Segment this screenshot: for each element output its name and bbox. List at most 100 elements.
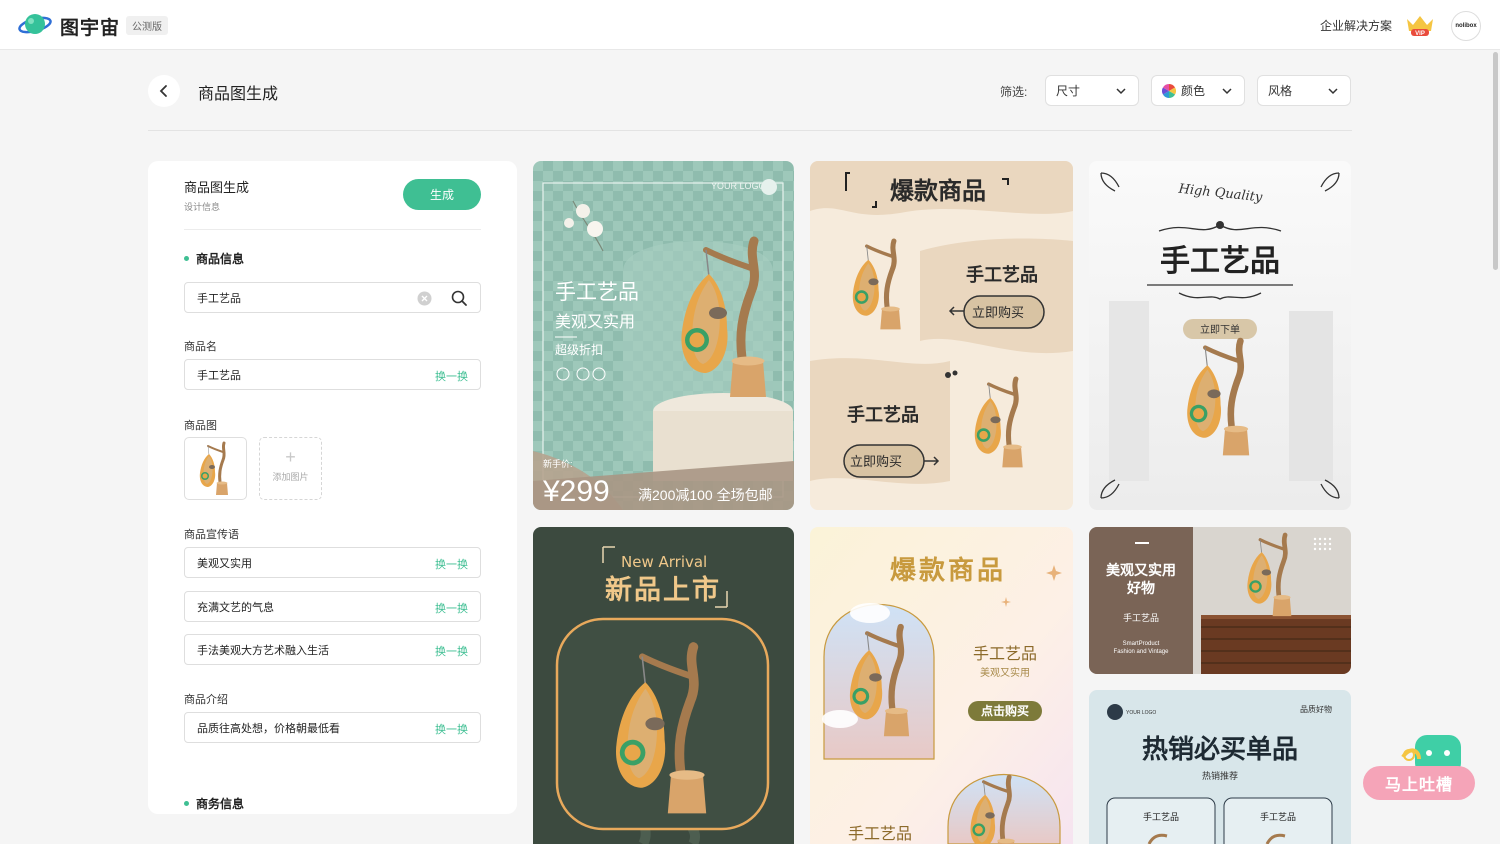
card-eng-line1: SmartProduct	[1123, 641, 1160, 647]
product-search-value: 手工艺品	[197, 292, 241, 305]
slogan-field-1[interactable]: 美观又实用 换一换	[184, 547, 481, 578]
product-name-field[interactable]: 手工艺品 换一换	[184, 359, 481, 390]
section-product-info: 商品信息	[184, 250, 244, 267]
product-intro-label: 商品介绍	[184, 694, 228, 706]
product-search-input[interactable]: 手工艺品	[184, 282, 481, 313]
slogan-field-2[interactable]: 充满文艺的气息 换一换	[184, 591, 481, 622]
style-filter-label: 风格	[1268, 84, 1293, 98]
swap-button[interactable]: 换一换	[435, 643, 468, 659]
chevron-down-icon	[1328, 88, 1338, 95]
product-image-thumbnail[interactable]	[184, 437, 247, 500]
card-title: 新品上市	[605, 574, 721, 606]
card-title: 热销必买单品	[1142, 735, 1298, 765]
card-title: 手工艺品	[555, 280, 639, 304]
swap-button[interactable]: 换一换	[435, 721, 468, 737]
page-title: 商品图生成	[198, 86, 279, 103]
card-title: 爆款商品	[890, 555, 1006, 586]
color-filter-label: 颜色	[1181, 84, 1206, 98]
vip-crown-icon[interactable]: VIP	[1405, 13, 1435, 37]
chevron-left-icon	[159, 85, 167, 97]
slogan-value: 美观又实用	[197, 557, 252, 570]
color-wheel-icon	[1162, 83, 1176, 98]
card-logo: YOUR LOGO	[711, 181, 766, 191]
template-card-3[interactable]: High Quality 手工艺品 立即下单	[1089, 161, 1351, 510]
click-buy-button: 点击购买	[981, 703, 1029, 718]
filter-label: 筛选:	[1000, 85, 1028, 99]
card-title: 手工艺品	[1160, 244, 1280, 279]
size-filter-label: 尺寸	[1056, 84, 1081, 98]
slogan-value: 充满文艺的气息	[197, 601, 274, 614]
template-card-6[interactable]: 美观又实用 好物 手工艺品 SmartProduct Fashion and V…	[1089, 527, 1351, 674]
card-tag: 超级折扣	[555, 342, 603, 357]
page-scrollbar[interactable]	[1493, 52, 1498, 270]
enterprise-solutions-link[interactable]: 企业解决方案	[1320, 17, 1392, 34]
gourd-product-image	[198, 441, 230, 497]
add-image-button[interactable]: + 添加图片	[259, 437, 322, 500]
panel-title: 商品图生成	[184, 180, 250, 195]
brand-name[interactable]: 图宇宙	[60, 13, 120, 40]
swap-button[interactable]: 换一换	[435, 600, 468, 616]
card-product-name: 手工艺品	[847, 404, 919, 426]
card-title: 爆款商品	[890, 177, 986, 205]
search-icon[interactable]	[451, 290, 468, 307]
size-filter-select[interactable]: 尺寸	[1045, 75, 1139, 106]
template-card-1[interactable]: YOUR LOGO 手工艺品 美观又实用 超级折扣 新手价: ¥299 满200…	[533, 161, 794, 510]
section-business-info: 商务信息	[184, 795, 244, 812]
template-preview: 美观又实用 好物 手工艺品 SmartProduct Fashion and V…	[1089, 527, 1351, 674]
color-filter-select[interactable]: 颜色	[1151, 75, 1245, 106]
swap-button[interactable]: 换一换	[435, 368, 468, 384]
card-slogan: 美观又实用	[1106, 562, 1176, 579]
planet-logo-icon[interactable]	[18, 11, 52, 37]
slogan-value: 手法美观大方艺术融入生活	[197, 644, 329, 657]
card-product-name: 手工艺品	[848, 824, 912, 843]
card-product-name: 手工艺品	[1123, 612, 1159, 624]
card-quality-tag: 品质好物	[1300, 704, 1332, 714]
slogan-field-3[interactable]: 手法美观大方艺术融入生活 换一换	[184, 634, 481, 665]
chevron-down-icon	[1116, 88, 1126, 95]
card-product-name: 手工艺品	[973, 644, 1037, 663]
product-name-label: 商品名	[184, 341, 217, 353]
plus-icon: +	[285, 447, 296, 467]
card-product-name: 手工艺品	[966, 264, 1038, 286]
buy-now-button: 立即购买	[972, 305, 1024, 321]
feedback-label: 马上吐槽	[1384, 777, 1453, 794]
generate-button[interactable]: 生成	[403, 179, 481, 210]
slogan-label: 商品宣传语	[184, 529, 239, 541]
card-tagline: New Arrival	[621, 553, 707, 571]
buy-now-button: 立即购买	[850, 454, 902, 470]
card-item-name: 手工艺品	[1260, 811, 1296, 823]
clear-icon[interactable]	[417, 291, 432, 306]
card-slogan: 美观又实用	[980, 666, 1030, 679]
template-card-4[interactable]: New Arrival 新品上市	[533, 527, 794, 844]
card-subtitle: 热销推荐	[1202, 770, 1238, 782]
avatar[interactable]: nolibox	[1451, 11, 1481, 41]
template-card-5[interactable]: 爆款商品 手工艺品 美观又实用 点击购买 手工艺品	[810, 527, 1073, 844]
template-card-7[interactable]: YOUR LOGO 品质好物 热销必买单品 热销推荐 手工艺品 手工艺品	[1089, 690, 1351, 844]
feedback-button[interactable]: 马上吐槽	[1363, 766, 1475, 800]
card-logo: YOUR LOGO	[1126, 710, 1156, 716]
card-eng-line2: Fashion and Vintage	[1114, 649, 1170, 655]
top-bar: 图宇宙 公测版 企业解决方案 VIP nolibox	[0, 0, 1500, 50]
template-preview: High Quality 手工艺品 立即下单	[1089, 161, 1351, 510]
style-filter-select[interactable]: 风格	[1257, 75, 1351, 106]
panel-subtitle: 设计信息	[184, 202, 221, 212]
product-intro-field[interactable]: 品质往高处想，价格朝最低看 换一换	[184, 712, 481, 743]
beta-badge: 公测版	[126, 16, 168, 35]
template-preview: YOUR LOGO 品质好物 热销必买单品 热销推荐 手工艺品 手工艺品	[1089, 690, 1351, 844]
vip-badge: VIP	[1415, 31, 1425, 37]
back-button[interactable]	[148, 75, 180, 107]
template-preview: 爆款商品 手工艺品 美观又实用 点击购买 手工艺品	[810, 527, 1073, 844]
template-preview: New Arrival 新品上市	[533, 527, 794, 844]
template-card-2[interactable]: 爆款商品 手工艺品 立即购买 手工艺品 立即购买	[810, 161, 1073, 510]
card-slogan: 美观又实用	[555, 312, 635, 331]
template-preview: YOUR LOGO 手工艺品 美观又实用 超级折扣 新手价: ¥299 满200…	[533, 161, 794, 510]
product-name-value: 手工艺品	[197, 369, 241, 382]
card-slogan-line2: 好物	[1126, 580, 1155, 597]
template-preview: 爆款商品 手工艺品 立即购买 手工艺品 立即购买	[810, 161, 1073, 510]
card-price: ¥299	[542, 475, 610, 508]
product-image-label: 商品图	[184, 420, 217, 432]
add-image-label: 添加图片	[272, 472, 309, 482]
header-divider	[148, 130, 1352, 131]
swap-button[interactable]: 换一换	[435, 556, 468, 572]
card-promo: 满200减100 全场包邮	[638, 487, 773, 503]
